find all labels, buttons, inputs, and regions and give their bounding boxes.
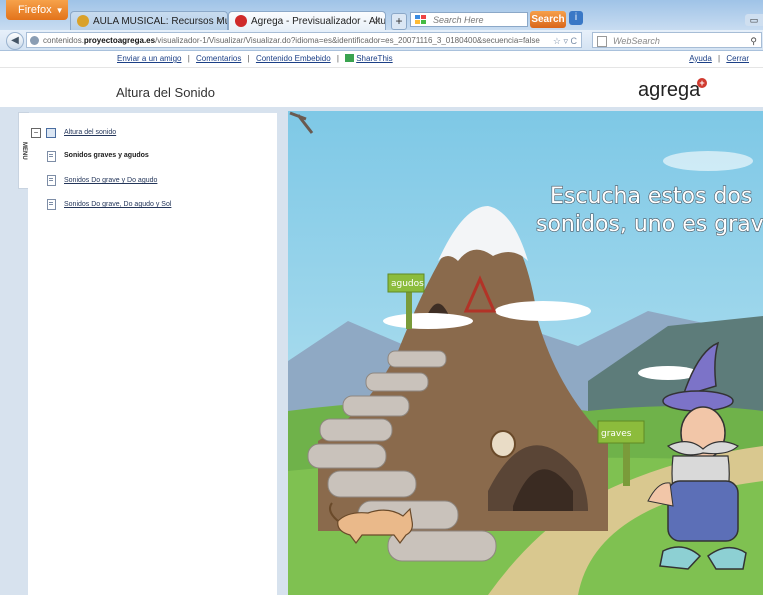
search-icon[interactable]: ⚲ <box>750 33 757 49</box>
close-tab-icon[interactable]: × <box>216 12 222 30</box>
toolbar-search-input[interactable]: Search Here <box>410 12 528 27</box>
page-content: Enviar a un amigo | Comentarios | Conten… <box>0 51 763 595</box>
svg-text:agudos: agudos <box>391 279 424 289</box>
activity-stage[interactable]: agudos graves Escucha estos dos sonidos,… <box>288 111 763 595</box>
firefox-menu-button[interactable]: Firefox ▼ <box>6 0 68 20</box>
page-icon <box>47 175 56 186</box>
drum <box>490 430 516 458</box>
page-icon <box>47 199 56 210</box>
address-bar[interactable]: contenidos.proyectoagrega.es/visualizado… <box>26 32 582 48</box>
embedded-content-link[interactable]: Contenido Embebido <box>256 54 331 63</box>
sidebar-item-do-grave-do-agudo[interactable]: Sonidos Do grave y Do agudo <box>64 177 157 184</box>
web-search-input[interactable]: WebSearch ⚲ <box>592 32 762 48</box>
instruction-line-1: Escucha estos dos <box>550 184 752 209</box>
sidebar-item-do-grave-do-agudo-sol[interactable]: Sonidos Do grave, Do agudo y Sol <box>64 201 171 208</box>
toolbar-search-button[interactable]: Search <box>530 11 566 28</box>
help-link[interactable]: Ayuda <box>689 54 712 63</box>
globe-icon <box>30 36 39 45</box>
plus-icon: + <box>697 78 707 88</box>
collapse-icon[interactable]: − <box>31 128 41 138</box>
tab-agrega-previsualizador[interactable]: Agrega - Previsualizador - Altura del ..… <box>228 11 386 30</box>
svg-text:graves: graves <box>601 429 632 439</box>
share-icon <box>345 54 355 62</box>
stage-illustration: agudos graves Escucha estos dos sonidos,… <box>288 111 763 595</box>
page-icon <box>47 151 56 162</box>
bookmark-star-icon[interactable]: ☆ ▿ C <box>553 33 577 47</box>
page-icon <box>597 36 607 47</box>
close-tab-icon[interactable]: × <box>374 12 380 30</box>
sharethis-link[interactable]: ShareThis <box>356 54 392 63</box>
module-icon <box>46 128 56 138</box>
sidebar-item-altura-del-sonido[interactable]: Altura del sonido <box>64 129 116 136</box>
tab-aula-musical[interactable]: AULA MUSICAL: Recursos Musicales × <box>70 11 228 30</box>
close-link[interactable]: Cerrar <box>726 54 749 63</box>
instruction-line-2: sonidos, uno es grave <box>536 212 763 237</box>
music-note-icon <box>77 15 89 27</box>
agrega-favicon-icon <box>235 15 247 27</box>
help-close-links: Ayuda | Cerrar <box>689 54 749 63</box>
window-control-icon[interactable]: ▭ <box>745 14 763 26</box>
comments-link[interactable]: Comentarios <box>196 54 241 63</box>
navigation-bar: ◀ contenidos.proyectoagrega.es/visualiza… <box>0 30 763 51</box>
new-tab-button[interactable]: + <box>391 13 407 30</box>
sidebar-item-graves-agudos[interactable]: Sonidos graves y agudos <box>64 152 149 159</box>
header-links: Enviar a un amigo | Comentarios | Conten… <box>117 54 393 63</box>
back-button[interactable]: ◀ <box>6 32 24 50</box>
info-icon[interactable]: i <box>569 11 583 25</box>
chevron-down-icon: ▼ <box>55 6 64 15</box>
send-to-friend-link[interactable]: Enviar a un amigo <box>117 54 181 63</box>
header-divider <box>0 67 763 68</box>
websearch-logo-icon <box>415 15 429 25</box>
sidebar-menu: − Altura del sonido Sonidos graves y agu… <box>28 113 277 595</box>
page-title: Altura del Sonido <box>116 85 216 100</box>
browser-tab-bar: Firefox▼ AULA MUSICAL: Recursos Musicale… <box>0 0 763 30</box>
agrega-logo: agrega <box>638 79 701 101</box>
